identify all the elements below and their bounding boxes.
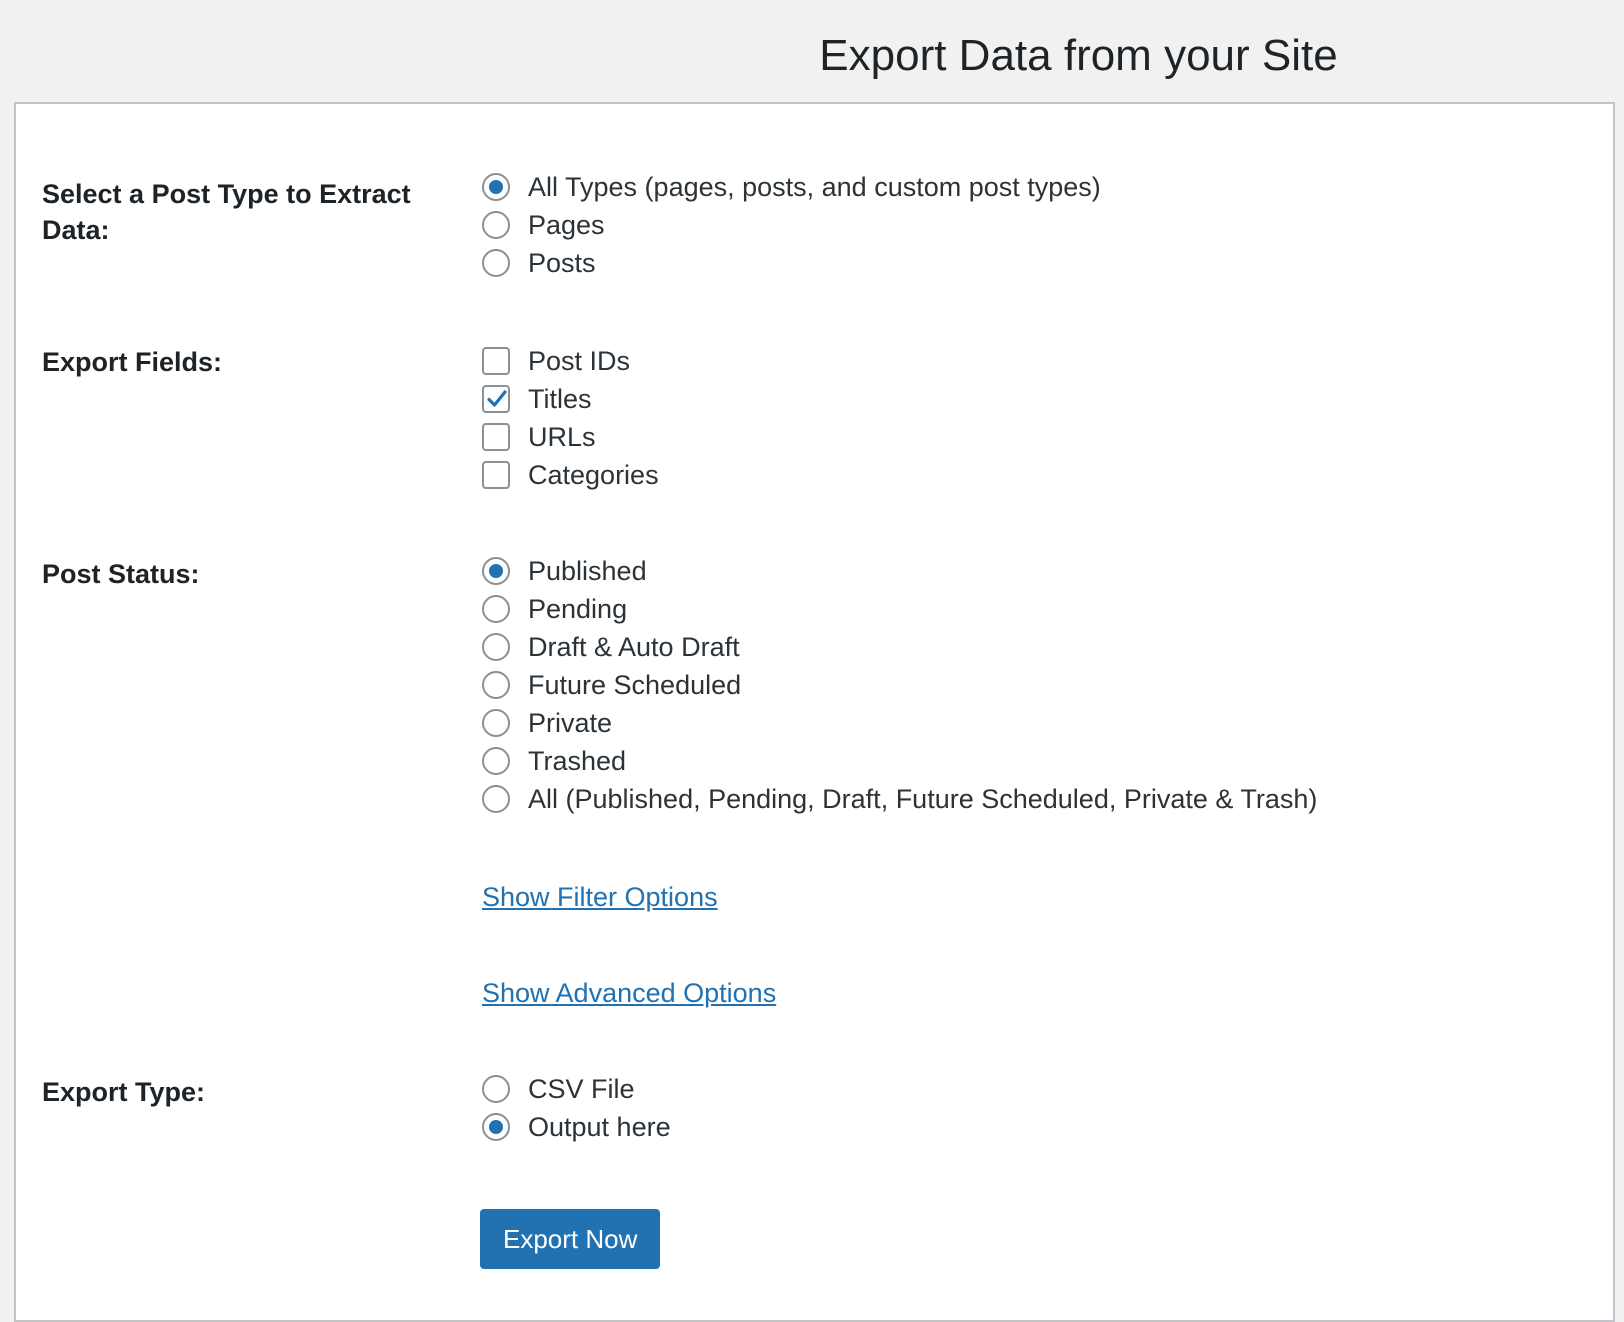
post-type-label: Select a Post Type to Extract Data: [42, 179, 411, 245]
post-status-option-pending[interactable]: Pending [482, 590, 1317, 628]
post-status-radio-all[interactable] [482, 785, 510, 813]
categories-checkbox[interactable] [482, 461, 510, 489]
post-type-option-label: Posts [528, 247, 596, 278]
export-field-label: URLs [528, 421, 596, 452]
export-field-label: Post IDs [528, 345, 631, 376]
export-now-button[interactable]: Export Now [480, 1209, 661, 1269]
post-status-option-label: Future Scheduled [528, 669, 742, 700]
post-status-radio-trashed[interactable] [482, 747, 510, 775]
post-type-option-label: Pages [528, 209, 605, 240]
post-status-radio-future[interactable] [482, 671, 510, 699]
show-advanced-options-link[interactable]: Show Advanced Options [482, 978, 776, 1009]
post-status-option-label: Draft & Auto Draft [528, 631, 740, 662]
post-status-option-label: Published [528, 555, 647, 586]
export-type-radio-output[interactable] [482, 1113, 510, 1141]
export-field-label: Titles [528, 383, 592, 414]
post-status-option-label: All (Published, Pending, Draft, Future S… [528, 783, 1318, 814]
post-type-radio-posts[interactable] [482, 249, 510, 277]
post-status-option-label: Trashed [528, 745, 627, 776]
post-status-option-all[interactable]: All (Published, Pending, Draft, Future S… [482, 780, 1317, 818]
post-status-option-label: Private [528, 707, 613, 738]
export-fields-options: Post IDs Titles URLs Categories [482, 342, 659, 494]
post-type-radio-pages[interactable] [482, 211, 510, 239]
post-status-option-published[interactable]: Published [482, 552, 1317, 590]
export-field-post-ids[interactable]: Post IDs [482, 342, 659, 380]
post-type-option-pages[interactable]: Pages [482, 206, 1101, 244]
page-title: Export Data from your Site [819, 31, 1338, 80]
post-type-options: All Types (pages, posts, and custom post… [482, 168, 1101, 282]
export-fields-label: Export Fields: [42, 347, 223, 377]
post-status-options: Published Pending Draft & Auto Draft Fut… [482, 552, 1317, 818]
post-ids-checkbox[interactable] [482, 347, 510, 375]
post-status-radio-published[interactable] [482, 557, 510, 585]
titles-checkbox[interactable] [482, 385, 510, 413]
post-status-radio-pending[interactable] [482, 595, 510, 623]
export-form-panel: Select a Post Type to Extract Data: All … [14, 102, 1615, 1322]
export-field-titles[interactable]: Titles [482, 380, 659, 418]
export-field-label: Categories [528, 459, 659, 490]
checkmark-icon [487, 390, 507, 407]
post-type-option-posts[interactable]: Posts [482, 244, 1101, 282]
post-status-radio-draft[interactable] [482, 633, 510, 661]
export-type-option-label: Output here [528, 1111, 671, 1142]
export-type-option-label: CSV File [528, 1073, 635, 1104]
post-status-label: Post Status: [42, 559, 200, 589]
post-status-radio-private[interactable] [482, 709, 510, 737]
post-status-option-draft[interactable]: Draft & Auto Draft [482, 628, 1317, 666]
export-field-categories[interactable]: Categories [482, 456, 659, 494]
show-filter-options-link[interactable]: Show Filter Options [482, 882, 718, 913]
export-type-option-output[interactable]: Output here [482, 1108, 671, 1146]
post-status-option-label: Pending [528, 593, 628, 624]
post-type-option-all[interactable]: All Types (pages, posts, and custom post… [482, 168, 1101, 206]
export-type-radio-csv[interactable] [482, 1075, 510, 1103]
post-status-option-private[interactable]: Private [482, 704, 1317, 742]
export-type-option-csv[interactable]: CSV File [482, 1070, 671, 1108]
post-status-option-future[interactable]: Future Scheduled [482, 666, 1317, 704]
urls-checkbox[interactable] [482, 423, 510, 451]
post-type-option-label: All Types (pages, posts, and custom post… [528, 171, 1101, 202]
export-field-urls[interactable]: URLs [482, 418, 659, 456]
post-status-option-trashed[interactable]: Trashed [482, 742, 1317, 780]
post-type-radio-all[interactable] [482, 173, 510, 201]
export-type-label: Export Type: [42, 1077, 206, 1107]
export-type-options: CSV File Output here [482, 1070, 671, 1146]
